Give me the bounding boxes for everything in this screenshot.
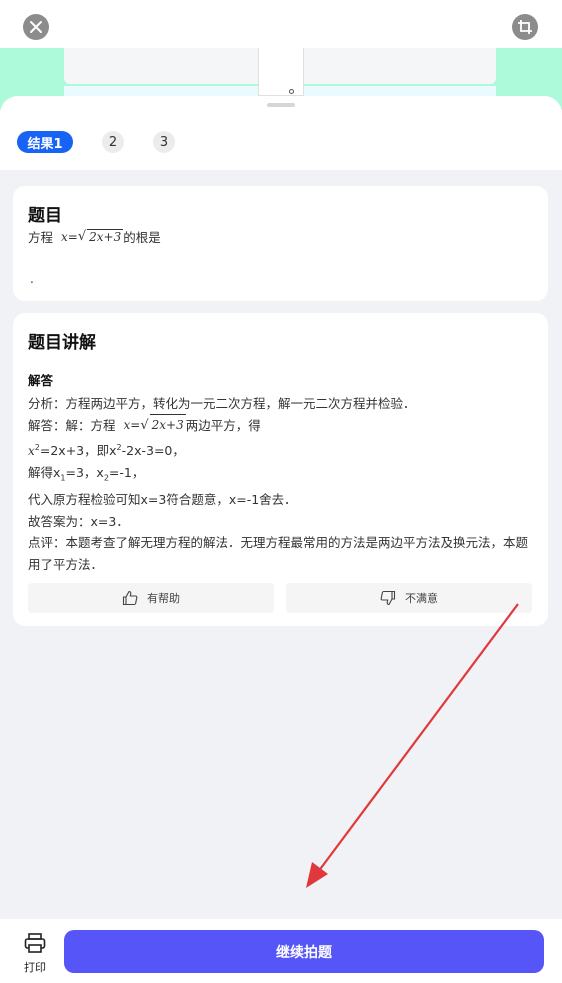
results-sheet: 结果1 2 3 题目 方程 x= √ 2x+3 的根是 . 题目讲解 解答 分析…	[0, 96, 562, 919]
question-text: 方程 x= √ 2x+3 的根是	[28, 227, 161, 246]
tab-result-2[interactable]: 2	[102, 131, 124, 153]
question-prefix: 方程	[28, 230, 54, 245]
eq-part-b: =2x+3，即x	[39, 442, 117, 458]
unsatisfied-label: 不满意	[405, 592, 438, 605]
helpful-label: 有帮助	[147, 592, 180, 605]
roots-part-b: =3，x	[65, 465, 104, 481]
tab-result-1[interactable]: 结果1	[17, 131, 73, 153]
drag-handle[interactable]	[267, 103, 295, 107]
eq-part-c: -2x-3=0，	[121, 442, 185, 458]
close-button[interactable]	[23, 14, 49, 40]
squared-equation-line: x2=2x+3，即x2-2x-3=0，	[28, 442, 185, 458]
check-line: 代入原方程检验可知x=3符合题意，x=-1舍去．	[28, 492, 297, 508]
thumbs-down-icon	[380, 590, 396, 606]
question-trailing: .	[30, 272, 34, 286]
sheet-header: 结果1 2 3	[0, 96, 562, 170]
question-card: 题目 方程 x= √ 2x+3 的根是 .	[13, 186, 548, 301]
photo-dot	[289, 89, 294, 94]
print-button[interactable]: 打印	[22, 933, 48, 975]
explanation-body: 分析：方程两边平方，转化为一元二次方程，解一元二次方程并检验． 解答：解：方程 …	[28, 393, 538, 575]
answer-subtitle: 解答	[28, 373, 54, 388]
solution-prefix: 解答：解：方程	[28, 417, 116, 433]
photo-preview	[0, 0, 562, 110]
photo-tab	[258, 48, 304, 96]
crop-button[interactable]	[512, 14, 538, 40]
close-icon	[30, 21, 42, 33]
roots-line: 解得x1=3，x2=-1，	[28, 465, 145, 483]
tab-result-3[interactable]: 3	[153, 131, 175, 153]
answer-line: 故答案为：x=3．	[28, 513, 129, 529]
roots-part-c: =-1，	[108, 465, 145, 481]
question-radicand: 2x+3	[87, 229, 124, 244]
comment-line: 点评：本题考查了解无理方程的解法．无理方程最常用的方法是两边平方法及换元法，本题…	[28, 535, 529, 572]
helpful-button[interactable]: 有帮助	[28, 583, 274, 613]
sqrt-symbol: √	[140, 418, 149, 434]
solution-radicand: 2x+3	[149, 414, 186, 436]
solution-line: 解答：解：方程 x= √ 2x+3 两边平方，得	[28, 414, 538, 436]
eq-part-a: x	[28, 443, 35, 458]
crop-icon	[518, 20, 532, 34]
print-label: 打印	[24, 961, 46, 974]
roots-part-a: 解得x	[28, 465, 61, 481]
question-title: 题目	[28, 206, 62, 226]
sqrt-symbol: √	[77, 229, 87, 244]
unsatisfied-button[interactable]: 不满意	[286, 583, 532, 613]
question-equation-lhs: x=	[61, 229, 78, 244]
continue-photo-button[interactable]: 继续拍题	[64, 930, 544, 973]
question-suffix: 的根是	[123, 230, 161, 245]
solution-suffix: 两边平方，得	[185, 417, 261, 433]
bottom-bar: 打印 继续拍题	[0, 919, 562, 983]
explanation-card: 题目讲解 解答 分析：方程两边平方，转化为一元二次方程，解一元二次方程并检验． …	[13, 313, 548, 626]
analysis-line: 分析：方程两边平方，转化为一元二次方程，解一元二次方程并检验．	[28, 396, 416, 411]
solution-equation-lhs: x=	[123, 417, 141, 432]
question-sqrt: √ 2x+3	[77, 229, 124, 244]
thumbs-up-icon	[122, 590, 138, 606]
solution-sqrt: √ 2x+3	[140, 414, 186, 436]
printer-icon	[24, 933, 46, 953]
explanation-title: 题目讲解	[28, 333, 96, 353]
